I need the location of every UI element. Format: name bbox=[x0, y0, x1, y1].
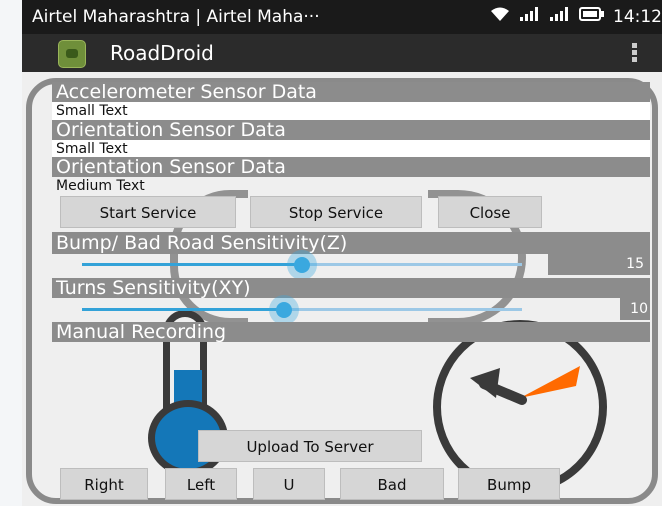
bump-button[interactable]: Bump bbox=[458, 468, 560, 500]
u-turn-button[interactable]: U bbox=[253, 468, 325, 500]
bump-sensitivity-fill bbox=[82, 263, 302, 266]
accelerometer-header: Accelerometer Sensor Data bbox=[52, 82, 650, 102]
signal-strength-2-icon bbox=[549, 0, 571, 34]
orientation-header-2: Orientation Sensor Data bbox=[52, 157, 650, 177]
left-button[interactable]: Left bbox=[165, 468, 237, 500]
signal-strength-icon bbox=[519, 0, 541, 34]
gauge-needle-icon bbox=[470, 366, 580, 405]
bump-sensitivity-slider-thumb[interactable] bbox=[294, 257, 310, 273]
accelerometer-value: Small Text bbox=[52, 102, 650, 120]
right-button[interactable]: Right bbox=[60, 468, 148, 500]
bump-sensitivity-value: 15 bbox=[548, 253, 650, 275]
status-bar: Airtel Maharashtra | Airtel Maha··· 14:1… bbox=[22, 0, 662, 34]
manual-recording-label: Manual Recording bbox=[52, 322, 650, 342]
orientation-header-1: Orientation Sensor Data bbox=[52, 120, 650, 140]
clock: 14:12 bbox=[613, 7, 662, 27]
action-bar: RoadDroid bbox=[22, 34, 662, 72]
app-title: RoadDroid bbox=[110, 41, 214, 65]
stop-service-button[interactable]: Stop Service bbox=[250, 196, 422, 228]
wifi-icon bbox=[489, 0, 511, 34]
bump-sensitivity-label: Bump/ Bad Road Sensitivity(Z) bbox=[52, 232, 650, 254]
overflow-menu-icon[interactable] bbox=[632, 43, 638, 63]
battery-icon bbox=[579, 0, 605, 34]
close-button[interactable]: Close bbox=[438, 196, 542, 228]
orientation-value-2: Medium Text bbox=[56, 178, 145, 194]
carrier-label: Airtel Maharashtra | Airtel Maha··· bbox=[32, 7, 320, 27]
turns-sensitivity-value: 10 bbox=[620, 298, 650, 320]
orientation-value-1: Small Text bbox=[52, 140, 650, 158]
app-icon bbox=[58, 40, 86, 68]
start-service-button[interactable]: Start Service bbox=[60, 196, 236, 228]
status-icons: 14:12 bbox=[489, 0, 662, 34]
upload-to-server-button[interactable]: Upload To Server bbox=[198, 430, 422, 462]
bad-road-button[interactable]: Bad bbox=[340, 468, 444, 500]
turns-sensitivity-fill bbox=[82, 308, 285, 311]
turns-sensitivity-label: Turns Sensitivity(XY) bbox=[52, 278, 650, 298]
